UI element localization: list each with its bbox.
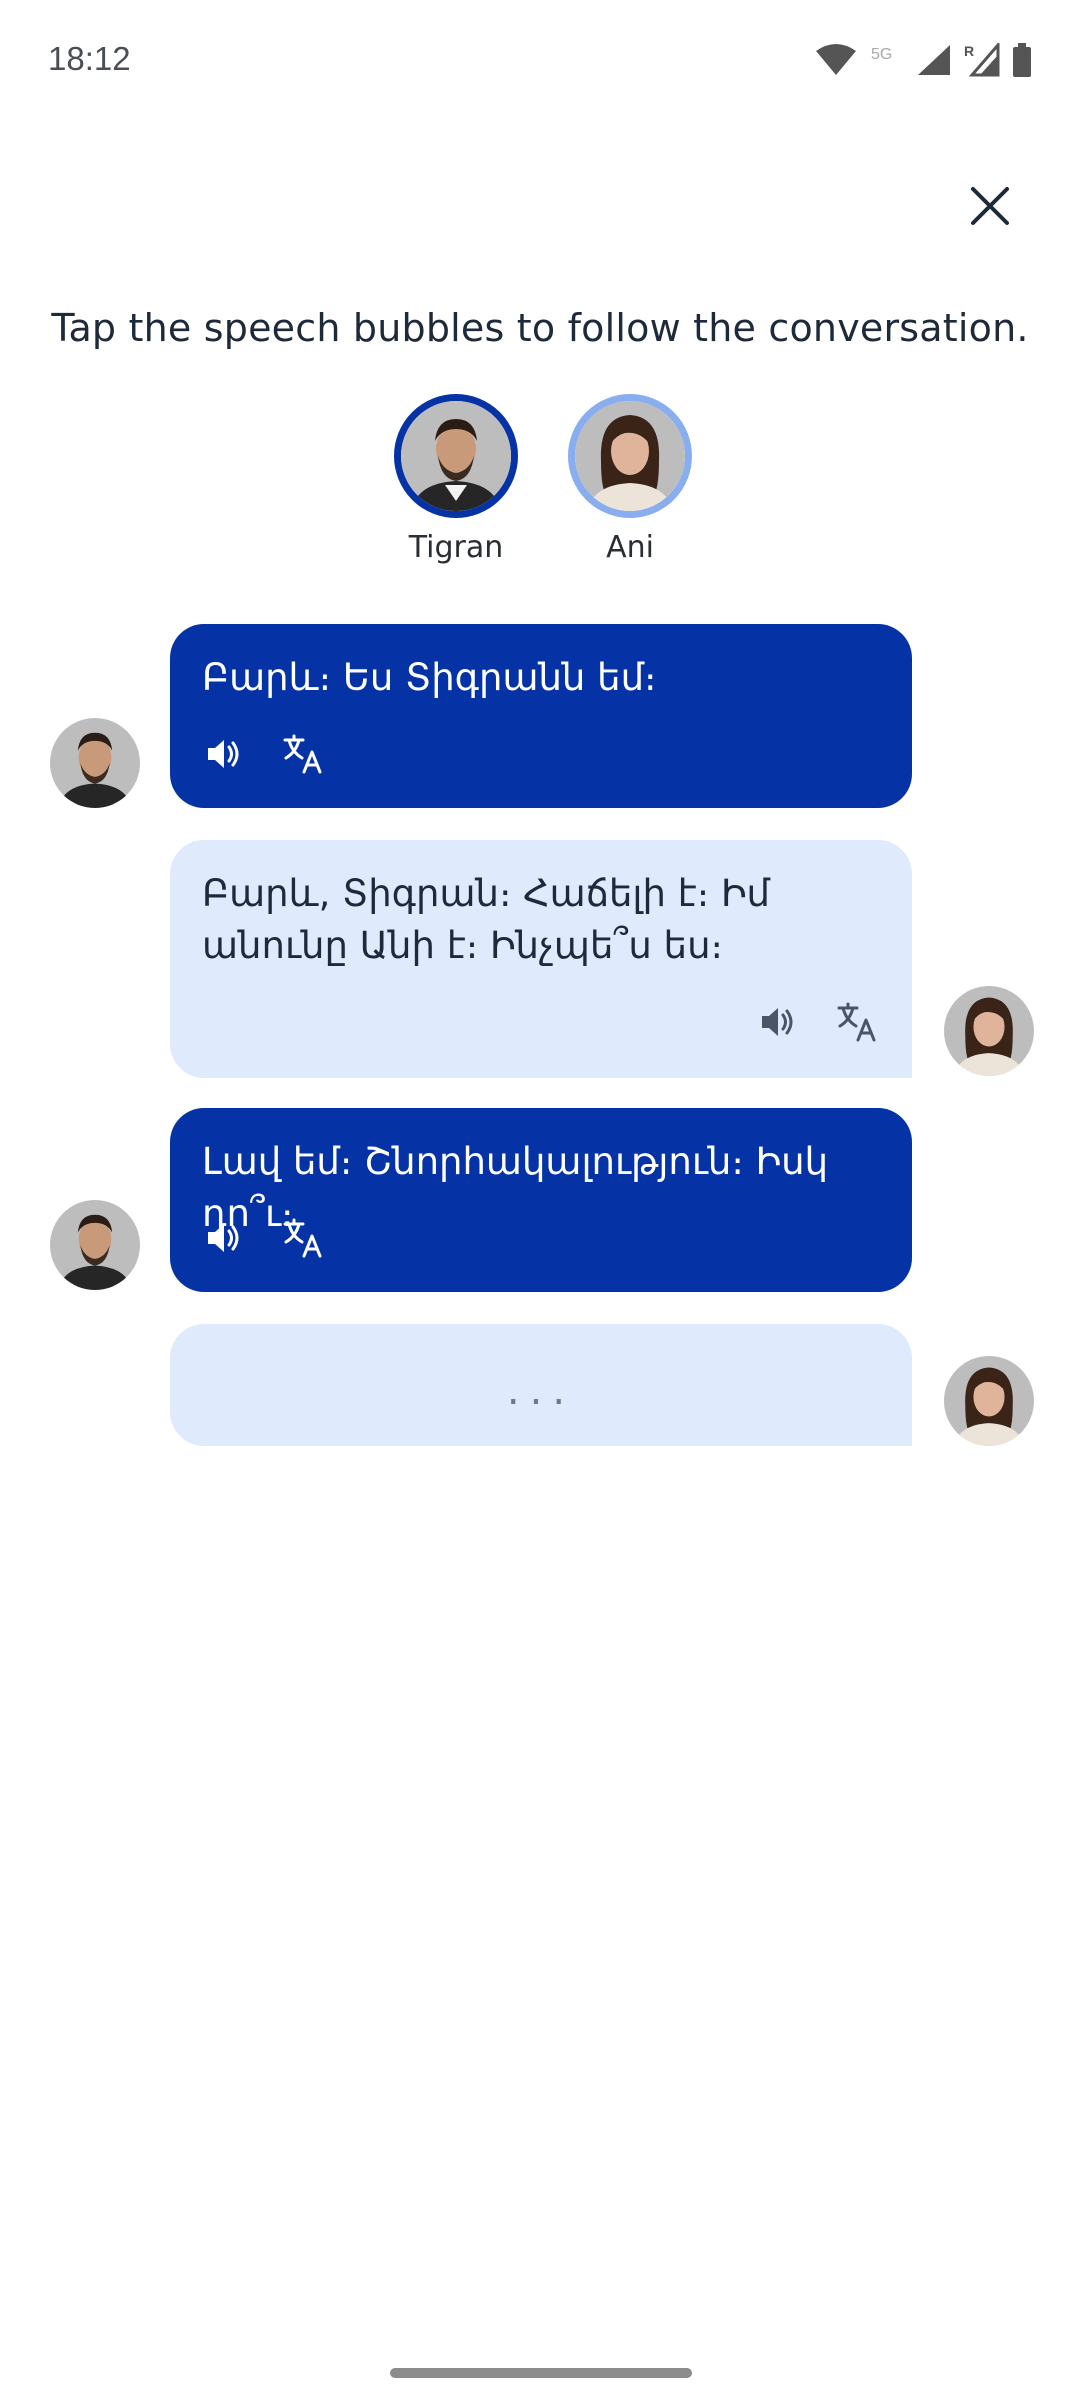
signal-icon [918, 45, 950, 75]
translate-button[interactable] [280, 1214, 328, 1262]
participant-ani[interactable]: Ani [550, 394, 710, 565]
translate-button[interactable] [834, 998, 882, 1046]
status-time: 18:12 [48, 40, 131, 77]
message-avatar-tigran [50, 718, 140, 808]
message-avatar-ani [944, 1356, 1034, 1446]
play-audio-button[interactable] [200, 730, 248, 778]
participant-name-tigran: Tigran [408, 530, 504, 565]
man-avatar-icon [401, 401, 511, 511]
close-icon [971, 187, 1009, 225]
close-button[interactable] [958, 174, 1022, 238]
message-text: Բարև։ Ես Տիգրանն եմ։ [202, 656, 657, 699]
woman-avatar-icon [944, 986, 1034, 1076]
typing-bubble[interactable]: ... [170, 1324, 912, 1446]
translate-icon [837, 1002, 876, 1042]
instruction-text: Tap the speech bubbles to follow the con… [51, 306, 1029, 350]
message-text: Բարև, Տիգրան։ Հաճելի է։ Իմ անունը Անի է։… [202, 872, 770, 967]
status-bar: 18:12 5G R [0, 0, 1080, 120]
translate-icon [283, 1218, 322, 1258]
translate-icon [283, 734, 322, 774]
home-indicator[interactable] [390, 2368, 692, 2378]
wifi-icon [816, 44, 856, 75]
message-actions [754, 998, 882, 1046]
battery-icon [1013, 43, 1031, 77]
participant-name-ani: Ani [606, 530, 654, 565]
translate-button[interactable] [280, 730, 328, 778]
typing-indicator: ... [506, 1368, 576, 1414]
participant-tigran[interactable]: Tigran [376, 394, 536, 565]
message-actions [200, 730, 328, 778]
speaker-icon [762, 1008, 793, 1036]
man-avatar-icon [50, 1200, 140, 1290]
message-bubble[interactable]: Բարև, Տիգրան։ Հաճելի է։ Իմ անունը Անի է։… [170, 840, 912, 1078]
roaming-label: R [964, 43, 974, 59]
speaker-icon [208, 740, 239, 768]
network-type-icon: 5G [871, 46, 892, 63]
message-bubble[interactable]: Լավ եմ։ Շնորհակալություն։ Իսկ դո՞ւ։ [170, 1108, 912, 1292]
message-actions [200, 1214, 328, 1262]
message-avatar-ani [944, 986, 1034, 1076]
message-bubble[interactable]: Բարև։ Ես Տիգրանն եմ։ [170, 624, 912, 808]
status-icons: 5G R [814, 38, 1032, 82]
man-avatar-icon [50, 718, 140, 808]
participant-avatar-ani [568, 394, 692, 518]
woman-avatar-icon [575, 401, 685, 511]
message-avatar-tigran [50, 1200, 140, 1290]
network-type-label: 5G [871, 46, 892, 63]
woman-avatar-icon [944, 1356, 1034, 1446]
play-audio-button[interactable] [754, 998, 802, 1046]
play-audio-button[interactable] [200, 1214, 248, 1262]
participant-avatar-tigran [394, 394, 518, 518]
speaker-icon [208, 1224, 239, 1252]
roaming-signal-icon: R [964, 43, 1000, 77]
